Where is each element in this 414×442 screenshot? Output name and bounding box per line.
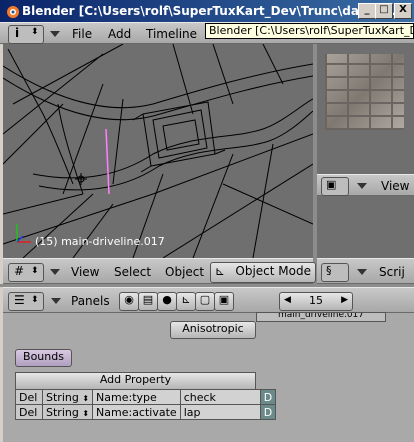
menu-view[interactable]: View — [381, 179, 409, 193]
scripts-editor-button[interactable]: § — [321, 263, 349, 282]
arrow-left-icon: ◀ — [284, 295, 291, 305]
grid-icon: # — [14, 264, 25, 278]
close-button[interactable]: X — [394, 3, 412, 19]
property-value-field[interactable]: lap — [179, 404, 261, 420]
anisotropic-button[interactable]: Anisotropic — [170, 321, 256, 339]
image-panel-lower — [317, 196, 414, 258]
info-icon: i — [15, 26, 20, 40]
collapse-menu-icon[interactable] — [50, 31, 60, 37]
menu-file[interactable]: File — [72, 27, 92, 41]
script-context-icon[interactable]: ▤ — [138, 292, 158, 311]
properties-table: Del String ⬍ Name:type check D Del Strin… — [15, 389, 277, 420]
menu-add[interactable]: Add — [108, 27, 131, 41]
buttons-window-icon: ☰ — [14, 293, 25, 307]
property-row: Del String ⬍ Name:activate lap D — [15, 404, 277, 420]
property-name-field[interactable]: Name:activate — [92, 404, 181, 420]
snake-icon: § — [326, 264, 332, 277]
image-editor-button[interactable]: ▣ — [321, 177, 349, 196]
logic-context-icon[interactable]: ◉ — [119, 292, 139, 311]
image-editor-icon: ▣ — [326, 178, 337, 191]
menu-object[interactable]: Object — [165, 265, 204, 279]
3d-viewport[interactable]: (15) main-driveline.017 — [3, 44, 313, 258]
property-value-field[interactable]: check — [179, 389, 261, 405]
blender-logo-icon — [7, 6, 19, 18]
shading-context-icon[interactable]: ● — [157, 292, 177, 311]
editor-type-button[interactable]: i ⬍ — [8, 25, 44, 44]
object-label: (15) main-driveline.017 — [35, 235, 165, 248]
object-context-icon[interactable]: ⊾ — [176, 292, 196, 311]
menu-scripts[interactable]: Scrij — [379, 265, 405, 279]
panels-menu[interactable]: Panels — [71, 294, 110, 308]
collapse-menu-icon[interactable] — [50, 269, 60, 275]
updown-icon: ⬍ — [31, 295, 39, 305]
view3d-editor-button[interactable]: # ⬍ — [8, 263, 44, 282]
property-type-select[interactable]: String ⬍ — [41, 389, 94, 405]
minimize-button[interactable]: _ — [358, 3, 376, 19]
delete-property-button[interactable]: Del — [15, 404, 43, 420]
viewport-header: # ⬍ View Select Object ⊾ Object Mode — [3, 258, 316, 284]
menu-view[interactable]: View — [71, 265, 99, 279]
debug-toggle[interactable]: D — [259, 404, 277, 420]
buttons-editor-button[interactable]: ☰ ⬍ — [8, 292, 44, 311]
debug-toggle[interactable]: D — [259, 389, 277, 405]
mode-select[interactable]: ⊾ Object Mode — [210, 262, 316, 283]
scene-context-icon[interactable]: ▣ — [214, 292, 234, 311]
maximize-button[interactable]: □ — [375, 3, 393, 19]
menu-select[interactable]: Select — [114, 265, 151, 279]
mesh-wireframe — [3, 44, 313, 258]
image-panel-header: ▣ View — [317, 174, 414, 196]
menu-timeline[interactable]: Timeline — [146, 27, 197, 41]
title-bar: Blender [C:\Users\rolf\SuperTuxKart_Dev\… — [0, 0, 414, 22]
updown-icon: ⬍ — [31, 266, 39, 276]
buttons-header: ☰ ⬍ Panels ◉ ▤ ● ⊾ ▢ ▣ ◀ 15 ▶ — [3, 287, 414, 313]
arrow-right-icon: ▶ — [341, 295, 348, 305]
editing-context-icon[interactable]: ▢ — [195, 292, 215, 311]
partial-field[interactable]: main_driveline.017 — [256, 312, 386, 322]
collapse-menu-icon[interactable] — [357, 183, 367, 189]
frame-number-field[interactable]: ◀ 15 ▶ — [279, 292, 353, 311]
object-mode-icon: ⊾ — [215, 264, 226, 278]
bounds-button[interactable]: Bounds — [15, 349, 72, 367]
add-property-button[interactable]: Add Property — [15, 372, 256, 390]
property-type-select[interactable]: String ⬍ — [41, 404, 94, 420]
tooltip: Blender [C:\Users\rolf\SuperTuxKart_Dev\ — [205, 23, 414, 39]
brick-texture-preview — [325, 54, 404, 130]
scripts-header: § Scrij — [317, 258, 414, 284]
collapse-menu-icon[interactable] — [51, 298, 61, 304]
image-panel[interactable] — [317, 44, 414, 174]
delete-property-button[interactable]: Del — [15, 389, 43, 405]
collapse-menu-icon[interactable] — [357, 269, 367, 275]
property-row: Del String ⬍ Name:type check D — [15, 389, 277, 405]
window-title: Blender [C:\Users\rolf\SuperTuxKart_Dev\… — [22, 4, 401, 18]
property-name-field[interactable]: Name:type — [92, 389, 181, 405]
updown-icon: ⬍ — [31, 27, 39, 37]
